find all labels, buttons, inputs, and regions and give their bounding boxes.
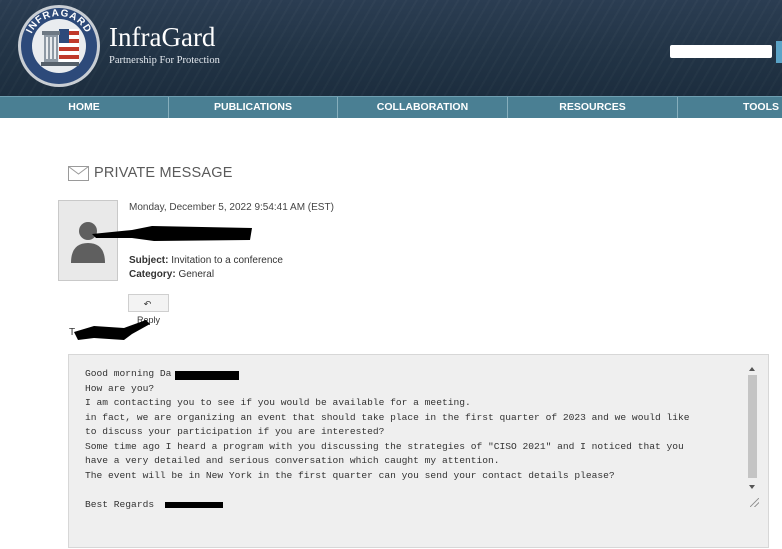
- body-line: I am contacting you to see if you would …: [85, 397, 471, 408]
- body-line: How are you?: [85, 382, 155, 394]
- page-title: PRIVATE MESSAGE: [94, 165, 233, 181]
- redacted-greeting-name: [175, 371, 239, 380]
- header-accent-button[interactable]: [776, 41, 782, 63]
- reply-arrow-icon: ↶: [143, 299, 152, 309]
- infragard-seal-logo[interactable]: INFRAGARD: [17, 4, 101, 88]
- body-line: Some time ago I heard a program with you…: [85, 440, 684, 452]
- body-line: to discuss your participation if you are…: [85, 426, 385, 437]
- subject-value: Invitation to a conference: [171, 255, 283, 266]
- scroll-thumb[interactable]: [748, 375, 757, 478]
- message-subject: Subject: Invitation to a conference: [129, 255, 283, 266]
- message-body-textarea[interactable]: Good morning Da How are you? I am contac…: [68, 354, 769, 548]
- reply-button[interactable]: ↶Reply: [128, 294, 169, 325]
- main-nav: HOME PUBLICATIONS COLLABORATION RESOURCE…: [0, 96, 782, 118]
- envelope-icon: [68, 166, 89, 181]
- site-header: INFRAGARD InfraGard Partnership For Prot…: [0, 0, 782, 96]
- message-category: Category: General: [129, 269, 214, 280]
- body-line: in fact, we are organizing an event that…: [85, 411, 690, 423]
- redacted-recipient: [74, 320, 150, 340]
- category-label: Category:: [129, 269, 176, 280]
- subject-label: Subject:: [129, 255, 169, 266]
- nav-item-publications[interactable]: PUBLICATIONS: [169, 97, 338, 118]
- message-text: Good morning Da How are you? I am contac…: [85, 367, 745, 512]
- nav-item-tools[interactable]: TOOLS: [678, 97, 782, 118]
- brand-tagline: Partnership For Protection: [109, 55, 220, 66]
- body-line: [85, 483, 745, 498]
- message-scrollbar[interactable]: [746, 365, 759, 493]
- category-value: General: [178, 269, 215, 280]
- nav-item-collaboration[interactable]: COLLABORATION: [338, 97, 508, 118]
- nav-item-resources[interactable]: RESOURCES: [508, 97, 678, 118]
- scroll-up-icon[interactable]: [749, 367, 755, 371]
- redacted-user-area: [670, 45, 772, 58]
- message-date: Monday, December 5, 2022 9:54:41 AM (EST…: [129, 202, 334, 213]
- body-line: have a very detailed and serious convers…: [85, 455, 500, 466]
- nav-item-home[interactable]: HOME: [0, 97, 169, 118]
- body-line: The event will be in New York in the fir…: [85, 469, 615, 481]
- scroll-down-icon[interactable]: [749, 485, 755, 489]
- brand-name[interactable]: InfraGard: [109, 22, 215, 52]
- redacted-sender-name: [92, 226, 252, 241]
- resize-grip-icon[interactable]: [750, 498, 759, 507]
- redacted-signature: [165, 502, 223, 508]
